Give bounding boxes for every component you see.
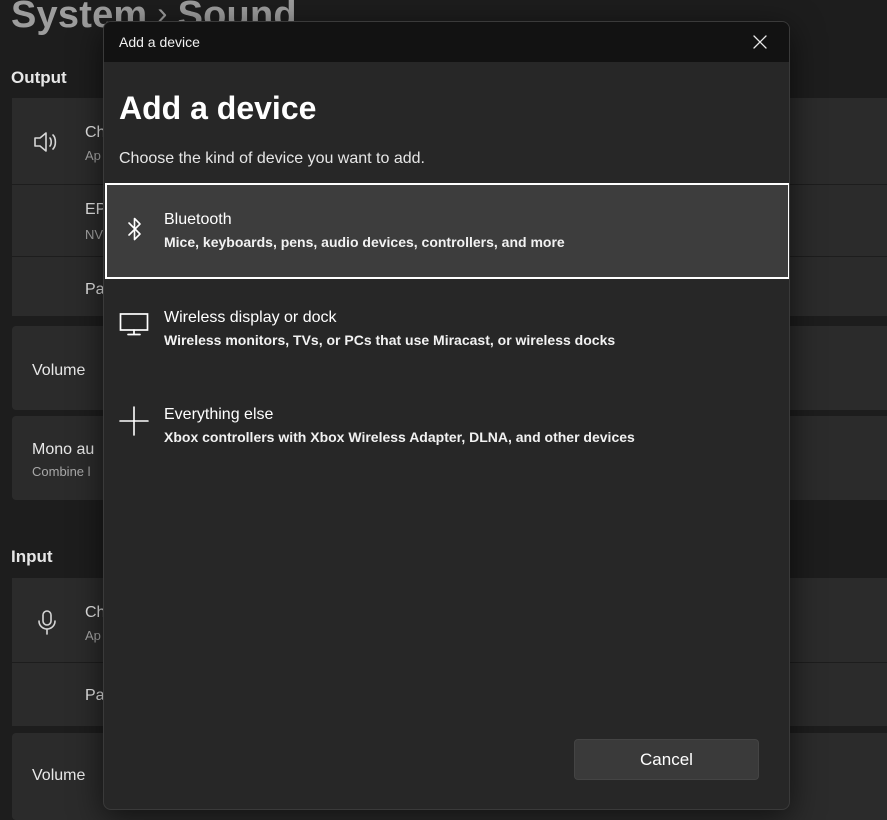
input-volume-label: Volume [32,767,86,784]
option-description: Mice, keyboards, pens, audio devices, co… [164,234,565,250]
option-title: Everything else [164,406,274,423]
speaker-icon [34,132,57,152]
output-device-subtitle: NV [85,227,104,242]
cancel-button[interactable]: Cancel [574,739,759,780]
output-device-subtitle: Ap [85,148,101,163]
option-everything-else[interactable]: Everything else Xbox controllers with Xb… [105,377,789,473]
pair-device-label: Pa [85,687,105,704]
add-device-dialog: Add a device Add a device Choose the kin… [103,21,790,810]
input-device-subtitle: Ap [85,628,101,643]
close-icon [753,35,767,49]
dialog-subheading: Choose the kind of device you want to ad… [119,150,425,167]
option-title: Wireless display or dock [164,309,337,326]
plus-icon [118,405,150,437]
mono-audio-title: Mono au [32,441,95,458]
output-volume-label: Volume [32,362,86,379]
option-bluetooth[interactable]: Bluetooth Mice, keyboards, pens, audio d… [105,183,789,279]
option-title: Bluetooth [164,211,232,228]
input-section-label: Input [11,547,53,566]
dialog-titlebar[interactable]: Add a device [104,22,789,62]
mono-audio-subtitle: Combine l [32,464,91,479]
bluetooth-icon [119,213,151,245]
monitor-icon [118,308,150,340]
window-title: Add a device [119,34,200,50]
microphone-icon [38,610,56,635]
output-section-label: Output [11,68,67,87]
close-button[interactable] [731,22,789,62]
option-description: Wireless monitors, TVs, or PCs that use … [164,332,616,348]
option-wireless-display[interactable]: Wireless display or dock Wireless monito… [105,280,789,376]
pair-device-label: Pa [85,281,105,298]
dialog-heading: Add a device [119,90,317,126]
option-description: Xbox controllers with Xbox Wireless Adap… [164,429,635,445]
